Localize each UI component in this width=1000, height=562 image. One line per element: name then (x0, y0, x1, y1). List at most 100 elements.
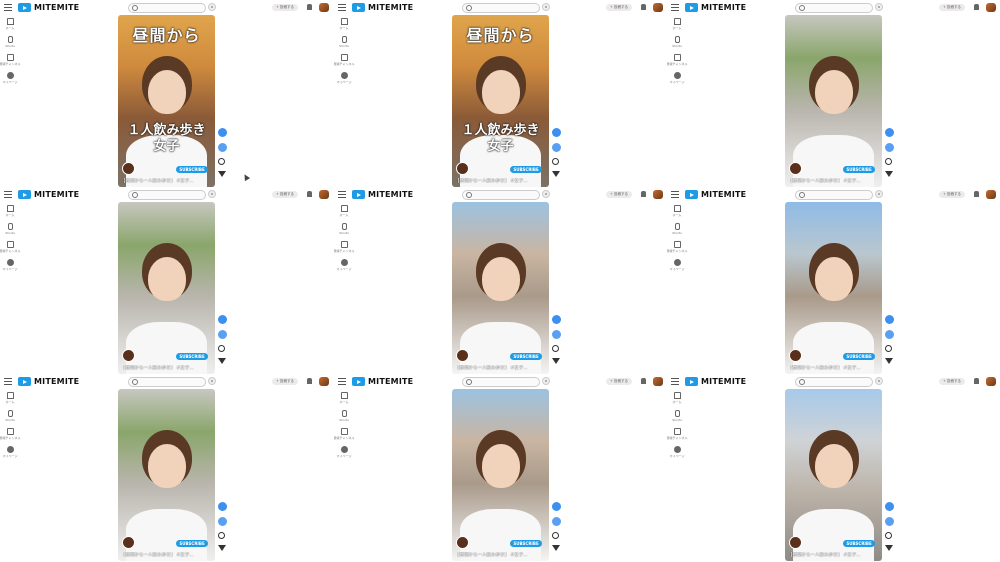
voice-search-icon[interactable] (542, 190, 550, 198)
shorts-video-player[interactable]: SUBSCRIBE 【昼間から一人飲み歩き】 #女子… (452, 389, 549, 561)
subscribe-button[interactable]: SUBSCRIBE (843, 540, 875, 547)
video-caption[interactable]: 【昼間から一人飲み歩き】 #女子… (121, 552, 213, 559)
account-avatar[interactable] (319, 190, 329, 199)
comment-icon[interactable] (885, 532, 892, 539)
dislike-icon[interactable] (552, 143, 561, 152)
account-avatar[interactable] (653, 377, 663, 386)
like-icon[interactable] (885, 128, 894, 137)
like-icon[interactable] (552, 128, 561, 137)
search-input[interactable] (128, 3, 206, 13)
notification-bell-icon[interactable] (307, 4, 312, 10)
channel-avatar[interactable] (122, 162, 135, 175)
sidebar-item[interactable]: Shorts (337, 223, 351, 238)
sidebar-item[interactable]: マイページ (337, 446, 351, 461)
menu-icon[interactable] (671, 4, 679, 11)
menu-icon[interactable] (671, 191, 679, 198)
like-icon[interactable] (218, 315, 227, 324)
comment-icon[interactable] (885, 158, 892, 165)
upload-button[interactable]: + 投稿する (606, 191, 632, 198)
voice-search-icon[interactable] (875, 3, 883, 11)
subscribe-button[interactable]: SUBSCRIBE (510, 353, 542, 360)
subscribe-button[interactable]: SUBSCRIBE (843, 166, 875, 173)
search-input[interactable] (462, 190, 540, 200)
upload-button[interactable]: + 投稿する (939, 378, 965, 385)
site-logo[interactable]: MITEMITE (685, 377, 746, 386)
site-logo[interactable]: MITEMITE (352, 377, 413, 386)
sidebar-item[interactable]: Shorts (337, 410, 351, 425)
account-avatar[interactable] (986, 3, 996, 12)
sidebar-item[interactable]: Shorts (670, 410, 684, 425)
menu-icon[interactable] (338, 191, 346, 198)
voice-search-icon[interactable] (875, 190, 883, 198)
dislike-icon[interactable] (218, 330, 227, 339)
sidebar-item[interactable]: マイページ (337, 72, 351, 87)
account-avatar[interactable] (319, 377, 329, 386)
comment-icon[interactable] (885, 345, 892, 352)
video-caption[interactable]: 【昼間から一人飲み歩き】 #女子… (788, 365, 880, 372)
shorts-video-player[interactable]: SUBSCRIBE 【昼間から一人飲み歩き】 #女子… (118, 202, 215, 374)
menu-icon[interactable] (4, 191, 12, 198)
sidebar-item[interactable]: マイページ (670, 446, 684, 461)
remix-icon[interactable] (885, 358, 893, 364)
comment-icon[interactable] (218, 345, 225, 352)
sidebar-item[interactable]: マイページ (3, 446, 17, 461)
remix-icon[interactable] (218, 171, 226, 177)
sidebar-item[interactable]: 登録チャンネル (334, 54, 354, 69)
like-icon[interactable] (552, 315, 561, 324)
site-logo[interactable]: MITEMITE (685, 3, 746, 12)
voice-search-icon[interactable] (542, 377, 550, 385)
sidebar-item[interactable]: Shorts (670, 36, 684, 51)
dislike-icon[interactable] (552, 517, 561, 526)
voice-search-icon[interactable] (208, 377, 216, 385)
search-input[interactable] (462, 3, 540, 13)
search-input[interactable] (128, 377, 206, 387)
search-input[interactable] (128, 190, 206, 200)
remix-icon[interactable] (218, 358, 226, 364)
sidebar-item[interactable]: 登録チャンネル (0, 54, 20, 69)
channel-avatar[interactable] (456, 349, 469, 362)
video-caption[interactable]: 【昼間から一人飲み歩き】 #女子… (788, 178, 880, 185)
notification-bell-icon[interactable] (974, 378, 979, 384)
account-avatar[interactable] (986, 190, 996, 199)
sidebar-item[interactable]: マイページ (670, 72, 684, 87)
sidebar-item[interactable]: ホーム (337, 205, 351, 220)
search-input[interactable] (795, 3, 873, 13)
voice-search-icon[interactable] (875, 377, 883, 385)
sidebar-item[interactable]: ホーム (337, 18, 351, 33)
subscribe-button[interactable]: SUBSCRIBE (176, 540, 208, 547)
like-icon[interactable] (885, 315, 894, 324)
notification-bell-icon[interactable] (307, 191, 312, 197)
dislike-icon[interactable] (885, 143, 894, 152)
menu-icon[interactable] (338, 4, 346, 11)
sidebar-item[interactable]: ホーム (670, 392, 684, 407)
video-caption[interactable]: 【昼間から一人飲み歩き】 #女子… (455, 552, 547, 559)
channel-avatar[interactable] (456, 536, 469, 549)
remix-icon[interactable] (885, 545, 893, 551)
sidebar-item[interactable]: ホーム (3, 392, 17, 407)
site-logo[interactable]: MITEMITE (352, 190, 413, 199)
shorts-video-player[interactable]: SUBSCRIBE 【昼間から一人飲み歩き】 #女子… (785, 202, 882, 374)
sidebar-item[interactable]: 登録チャンネル (0, 428, 20, 443)
site-logo[interactable]: MITEMITE (18, 377, 79, 386)
sidebar-item[interactable]: マイページ (337, 259, 351, 274)
sidebar-item[interactable]: Shorts (670, 223, 684, 238)
like-icon[interactable] (218, 502, 227, 511)
sidebar-item[interactable]: 登録チャンネル (0, 241, 20, 256)
comment-icon[interactable] (552, 345, 559, 352)
site-logo[interactable]: MITEMITE (352, 3, 413, 12)
sidebar-item[interactable]: 登録チャンネル (667, 428, 687, 443)
channel-avatar[interactable] (456, 162, 469, 175)
video-caption[interactable]: 【昼間から一人飲み歩き】 #女子… (121, 178, 213, 185)
menu-icon[interactable] (4, 4, 12, 11)
shorts-video-player[interactable]: SUBSCRIBE 【昼間から一人飲み歩き】 #女子… (452, 202, 549, 374)
account-avatar[interactable] (319, 3, 329, 12)
site-logo[interactable]: MITEMITE (18, 3, 79, 12)
voice-search-icon[interactable] (542, 3, 550, 11)
upload-button[interactable]: + 投稿する (939, 4, 965, 11)
shorts-video-player[interactable]: SUBSCRIBE 【昼間から一人飲み歩き】 #女子… (118, 389, 215, 561)
account-avatar[interactable] (653, 190, 663, 199)
shorts-video-player[interactable]: SUBSCRIBE 【昼間から一人飲み歩き】 #女子… (785, 15, 882, 187)
channel-avatar[interactable] (789, 536, 802, 549)
voice-search-icon[interactable] (208, 3, 216, 11)
subscribe-button[interactable]: SUBSCRIBE (843, 353, 875, 360)
